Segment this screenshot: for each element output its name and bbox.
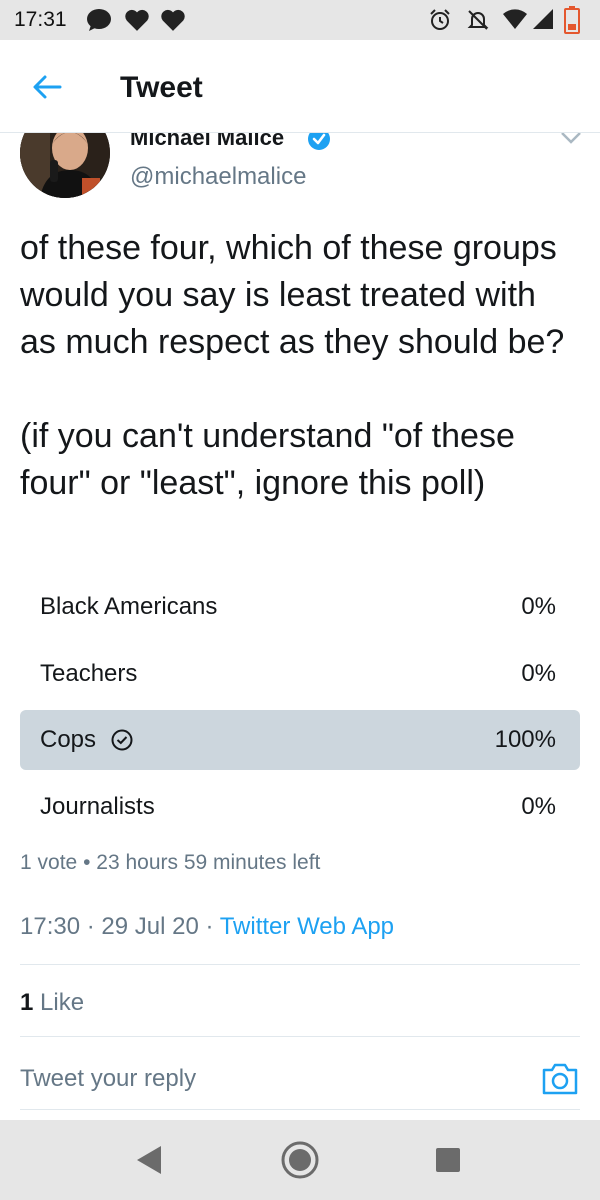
back-arrow-icon[interactable] bbox=[30, 70, 64, 104]
verified-badge-icon bbox=[308, 133, 330, 150]
nav-home-icon[interactable] bbox=[280, 1140, 320, 1180]
nav-recents-icon[interactable] bbox=[435, 1147, 461, 1173]
chevron-down-icon[interactable] bbox=[560, 133, 582, 145]
poll-status: 1 vote • 23 hours 59 minutes left bbox=[20, 851, 320, 875]
poll-time-left: 23 hours 59 minutes left bbox=[96, 851, 321, 874]
status-time: 17:31 bbox=[14, 8, 67, 31]
tweet-source-link[interactable]: Twitter Web App bbox=[220, 913, 394, 940]
separator-dot: · bbox=[86, 913, 95, 940]
app-bar: Tweet bbox=[0, 40, 600, 133]
like-label: Like bbox=[40, 989, 85, 1016]
poll-option-label: Black Americans bbox=[40, 593, 218, 620]
poll-option-label: Journalists bbox=[40, 793, 155, 820]
battery-low-icon bbox=[564, 6, 580, 34]
page-title: Tweet bbox=[120, 71, 203, 104]
author-name[interactable]: Michael Malice bbox=[130, 133, 284, 151]
wifi-icon bbox=[503, 9, 527, 29]
poll-option[interactable]: Black Americans 0% bbox=[20, 577, 580, 637]
poll-option[interactable]: Cops 100% bbox=[20, 710, 580, 770]
status-bar: 17:31 bbox=[0, 0, 600, 40]
camera-icon[interactable] bbox=[540, 1058, 580, 1098]
tweet-date: 29 Jul 20 bbox=[101, 913, 199, 940]
messenger-icon bbox=[87, 9, 111, 31]
poll-option[interactable]: Journalists 0% bbox=[20, 777, 580, 837]
poll-option-label: Cops bbox=[40, 726, 97, 753]
tweet-timestamp: 17:30 · 29 Jul 20 · Twitter Web App bbox=[20, 913, 394, 941]
poll-option-percent: 100% bbox=[494, 726, 556, 753]
poll-option-percent: 0% bbox=[521, 660, 556, 687]
author-handle[interactable]: @michaelmalice bbox=[130, 163, 306, 191]
author-avatar[interactable] bbox=[20, 133, 110, 198]
likes-count-link[interactable]: 1 Like bbox=[20, 989, 84, 1017]
heart-icon bbox=[125, 9, 149, 31]
divider bbox=[20, 1036, 580, 1037]
poll-option-percent: 0% bbox=[521, 793, 556, 820]
divider bbox=[20, 964, 580, 965]
navigation-bar bbox=[0, 1120, 600, 1200]
avatar-image bbox=[20, 133, 110, 198]
alarm-icon bbox=[430, 9, 450, 30]
tweet-detail: Michael Malice @michaelmalice of these f… bbox=[0, 133, 600, 1120]
poll-option-label: Teachers bbox=[40, 660, 138, 687]
poll-vote-count: 1 vote bbox=[20, 851, 78, 874]
signal-icon bbox=[533, 9, 553, 29]
divider bbox=[20, 1109, 580, 1110]
poll-option-percent: 0% bbox=[521, 593, 556, 620]
poll-option[interactable]: Teachers 0% bbox=[20, 644, 580, 704]
check-circle-icon bbox=[111, 729, 133, 751]
separator-dot: · bbox=[205, 913, 214, 940]
tweet-text: of these four, which of these groups wou… bbox=[20, 229, 565, 502]
reply-input[interactable]: Tweet your reply bbox=[20, 1065, 196, 1093]
separator-dot: • bbox=[83, 851, 91, 874]
notifications-off-icon bbox=[467, 10, 489, 30]
heart-icon bbox=[161, 9, 185, 31]
like-count: 1 bbox=[20, 989, 34, 1016]
tweet-time: 17:30 bbox=[20, 913, 81, 940]
nav-back-icon[interactable] bbox=[134, 1144, 164, 1176]
